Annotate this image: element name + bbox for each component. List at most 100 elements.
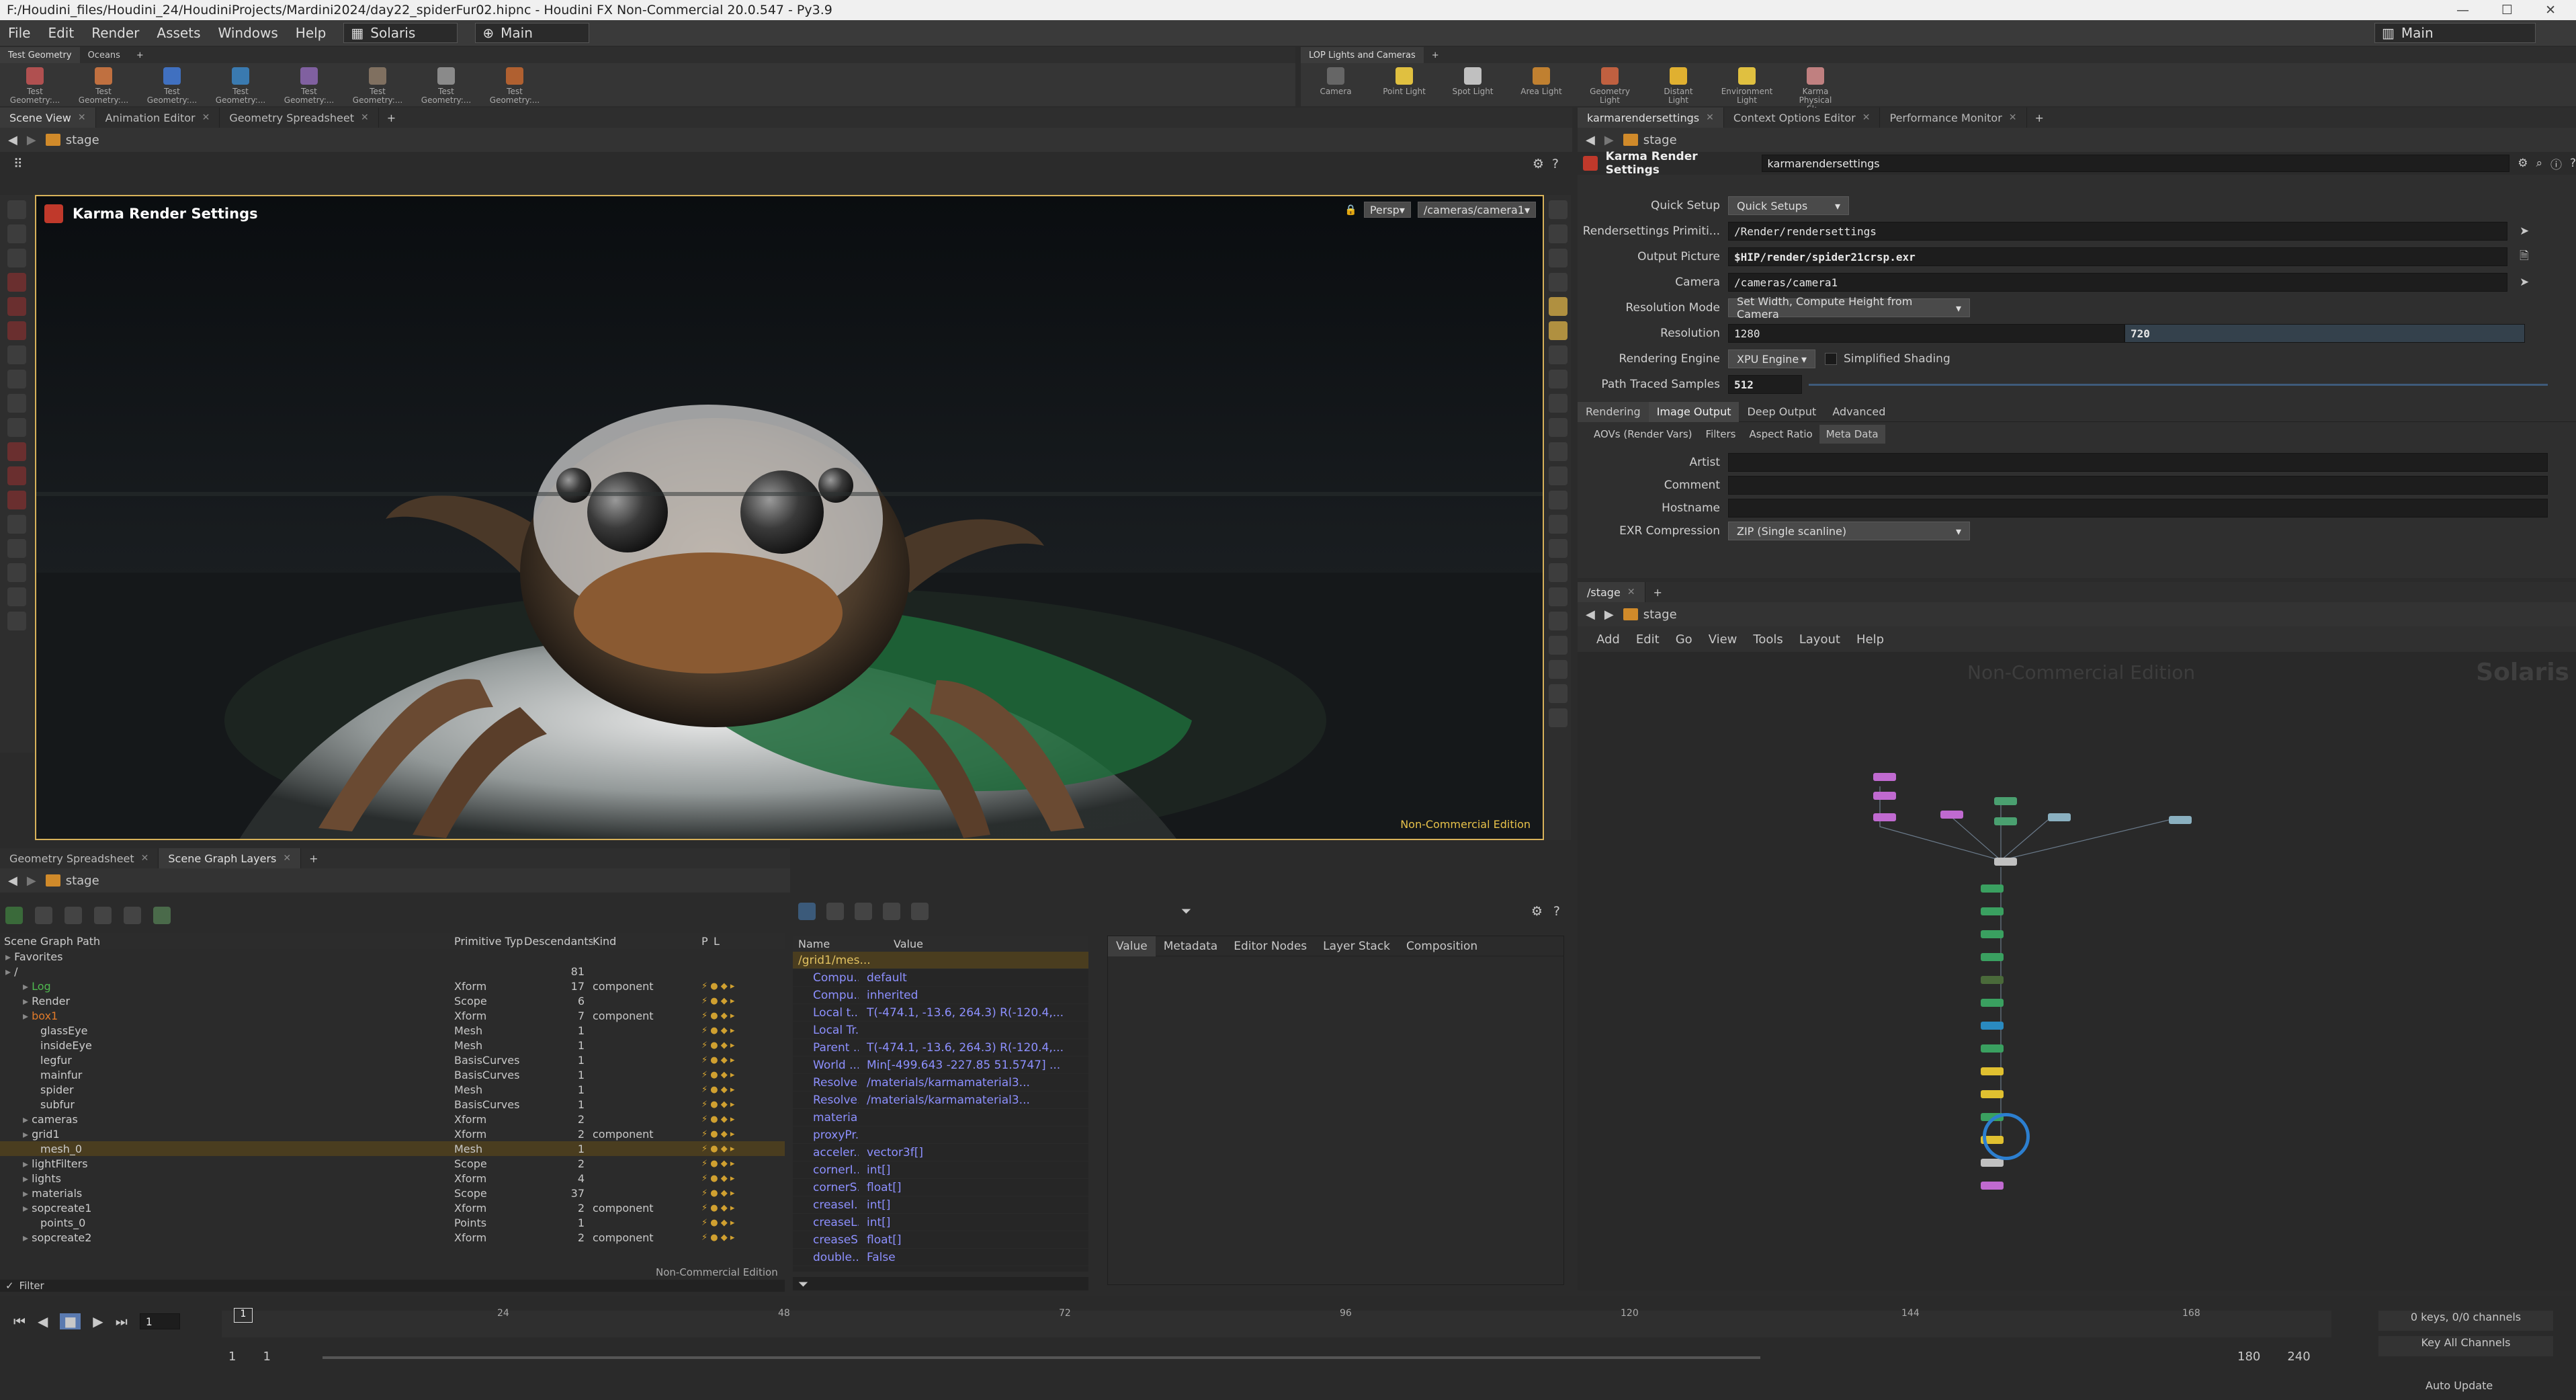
tab-aspect-ratio[interactable]: Aspect Ratio (1743, 428, 1819, 440)
forward-icon[interactable]: ▶ (1604, 133, 1614, 147)
tree-row[interactable]: ▸ Favorites (0, 949, 785, 964)
step-back-icon[interactable]: ◀ (38, 1313, 48, 1329)
expand-icon[interactable]: ▸ (23, 1231, 32, 1244)
shelf-tab-test-geometry[interactable]: Test Geometry (0, 47, 80, 63)
arrow-icon[interactable]: ➤ (2520, 276, 2529, 289)
tab-karmarendersettings[interactable]: karmarendersettings ✕ (1578, 108, 1724, 128)
comment-field[interactable] (1728, 476, 2548, 495)
shelf-tool[interactable]: Spot Light (1447, 67, 1498, 114)
filter-icon[interactable] (153, 907, 171, 924)
tree-row[interactable]: ▸ Log Xform 17 component ⚡ ● ◆ ▸ (0, 979, 785, 993)
network-node[interactable] (1981, 907, 2004, 915)
expand-icon[interactable]: ▸ (23, 995, 32, 1007)
visibility-icons[interactable]: ⚡ ● ◆ ▸ (701, 1055, 734, 1065)
viewer-tool-icon[interactable] (1549, 442, 1568, 461)
jump-end-icon[interactable]: ⏭ (116, 1313, 128, 1329)
tree-row[interactable]: ▸ box1 Xform 7 component ⚡ ● ◆ ▸ (0, 1008, 785, 1023)
help-icon[interactable]: ? (2570, 157, 2576, 170)
property-row[interactable]: materia... (793, 1109, 1088, 1126)
tab-geometry-spreadsheet[interactable]: Geometry Spreadsheet ✕ (220, 108, 379, 128)
visibility-icons[interactable]: ⚡ ● ◆ ▸ (701, 1026, 734, 1036)
close-icon[interactable]: ✕ (2545, 3, 2556, 17)
network-node[interactable] (1981, 1182, 2004, 1190)
frame-ruler[interactable]: 1 24 48 72 96 120 144 168 (222, 1308, 2331, 1337)
network-node[interactable] (1981, 953, 2004, 961)
viewer-tool-icon[interactable] (1549, 370, 1568, 388)
tab-composition[interactable]: Composition (1398, 940, 1486, 953)
close-tab-icon[interactable]: ✕ (1862, 112, 1871, 123)
add-shelf-icon[interactable]: + (128, 47, 152, 63)
jump-start-icon[interactable]: ⏮ (13, 1313, 26, 1329)
node-name-field[interactable]: karmarendersettings (1761, 155, 2510, 172)
auto-update-menu[interactable]: Auto Update (2425, 1379, 2493, 1392)
shelf-tool[interactable]: Test Geometry:... (9, 67, 60, 105)
network-node[interactable] (1981, 1159, 2004, 1167)
expand-icon[interactable]: ▸ (23, 1202, 32, 1214)
stop-icon[interactable]: ■ (60, 1313, 81, 1329)
hostname-field[interactable] (1728, 499, 2548, 518)
shelf-tool[interactable]: Point Light (1379, 67, 1430, 114)
tree-row[interactable]: ▸ lightFilters Scope 2 ⚡ ● ◆ ▸ (0, 1156, 785, 1171)
close-tab-icon[interactable]: ✕ (1706, 112, 1714, 123)
network-node[interactable] (1981, 999, 2004, 1007)
menu-file[interactable]: File (8, 25, 30, 41)
info-icon[interactable]: ⓘ (2550, 155, 2562, 172)
back-icon[interactable]: ◀ (1586, 133, 1595, 147)
tree-row[interactable]: ▸ cameras Xform 2 ⚡ ● ◆ ▸ (0, 1112, 785, 1126)
viewer-tool-icon[interactable] (1549, 321, 1568, 340)
network-node[interactable] (1981, 1044, 2004, 1053)
shelf-tool[interactable]: Test Geometry:... (284, 67, 335, 105)
rendering-engine-menu[interactable]: XPU Engine ▾ (1728, 349, 1815, 368)
back-icon[interactable]: ◀ (8, 874, 17, 888)
viewer-tool-icon[interactable] (7, 297, 26, 316)
close-tab-icon[interactable]: ✕ (361, 112, 369, 123)
shelf-tab-oceans[interactable]: Oceans (80, 47, 128, 63)
tab-metadata[interactable]: Metadata (1156, 940, 1226, 953)
viewer-tool-icon[interactable] (1549, 539, 1568, 558)
viewer-tool-icon[interactable] (1549, 466, 1568, 485)
tab-advanced[interactable]: Advanced (1824, 402, 1893, 422)
menu-render[interactable]: Render (91, 25, 139, 41)
viewer-tool-icon[interactable] (7, 587, 26, 606)
close-tab-icon[interactable]: ✕ (1627, 587, 1635, 598)
property-row[interactable]: creaseS... float[] (793, 1231, 1088, 1249)
close-tab-icon[interactable]: ✕ (78, 112, 86, 123)
tree-row[interactable]: ▸ materials Scope 37 ⚡ ● ◆ ▸ (0, 1186, 785, 1200)
collapse-icon[interactable] (65, 907, 82, 924)
viewer-tool-icon[interactable] (7, 539, 26, 558)
tab-performance-monitor[interactable]: Performance Monitor ✕ (1880, 108, 2027, 128)
viewer-tool-icon[interactable] (1549, 660, 1568, 679)
network-node[interactable] (1981, 930, 2004, 938)
visibility-icons[interactable]: ⚡ ● ◆ ▸ (701, 981, 734, 991)
viewer-tool-icon[interactable] (1549, 224, 1568, 243)
close-tab-icon[interactable]: ✕ (202, 112, 210, 123)
shelf-tool[interactable]: Test Geometry:... (146, 67, 198, 105)
search-icon[interactable] (124, 907, 141, 924)
tab-editor-nodes[interactable]: Editor Nodes (1226, 940, 1315, 953)
tree-row[interactable]: ▸ sopcreate1 Xform 2 component ⚡ ● ◆ ▸ (0, 1200, 785, 1215)
network-node[interactable] (1940, 811, 1963, 819)
shelf-tool[interactable]: Area Light (1516, 67, 1567, 114)
add-shelf-icon[interactable]: + (1424, 47, 1447, 63)
shelf-tool[interactable]: Environment Light (1721, 67, 1772, 114)
viewer-tool-icon[interactable] (7, 563, 26, 582)
tree-row[interactable]: subfur BasisCurves 1 ⚡ ● ◆ ▸ (0, 1097, 785, 1112)
help-icon[interactable]: ? (1552, 157, 1559, 171)
expand-icon[interactable]: ▸ (23, 1128, 32, 1141)
network-node[interactable] (2048, 813, 2071, 821)
visibility-icons[interactable]: ⚡ ● ◆ ▸ (701, 1203, 734, 1213)
tree-row[interactable]: ▸ lights Xform 4 ⚡ ● ◆ ▸ (0, 1171, 785, 1186)
tree-row[interactable]: insideEye Mesh 1 ⚡ ● ◆ ▸ (0, 1038, 785, 1053)
resolution-width-field[interactable]: 1280 (1728, 324, 2124, 343)
menu-edit[interactable]: Edit (48, 25, 74, 41)
viewer-tool-icon[interactable] (1549, 491, 1568, 509)
network-node[interactable] (1873, 792, 1896, 800)
property-row[interactable]: Compu... inherited (793, 987, 1088, 1004)
info-icon[interactable] (94, 907, 112, 924)
visibility-icons[interactable]: ⚡ ● ◆ ▸ (701, 1173, 734, 1184)
viewer-tool-icon[interactable] (7, 466, 26, 485)
menu-assets[interactable]: Assets (157, 25, 200, 41)
menu-windows[interactable]: Windows (218, 25, 278, 41)
viewer-tool-icon[interactable] (7, 224, 26, 243)
path-stage[interactable]: stage (45, 874, 99, 888)
